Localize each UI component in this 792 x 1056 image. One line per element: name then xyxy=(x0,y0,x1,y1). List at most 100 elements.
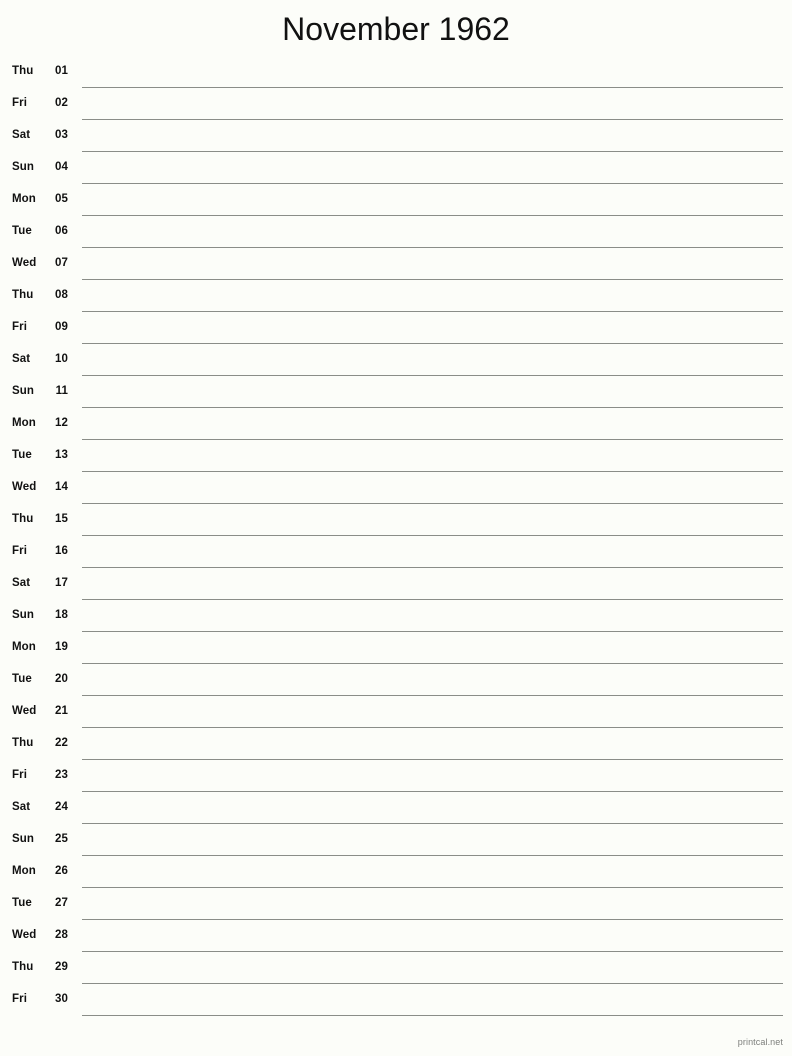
day-number-label: 20 xyxy=(55,673,68,685)
day-of-week-label: Mon xyxy=(12,417,36,429)
day-row: Thu 01 xyxy=(0,60,792,92)
day-notes-line[interactable] xyxy=(82,380,783,408)
day-of-week-label: Wed xyxy=(12,929,37,941)
day-number-label: 16 xyxy=(55,545,68,557)
day-notes-line[interactable] xyxy=(82,412,783,440)
day-row: Tue 27 xyxy=(0,892,792,924)
day-notes-line[interactable] xyxy=(82,700,783,728)
day-row: Fri 02 xyxy=(0,92,792,124)
day-row: Thu 08 xyxy=(0,284,792,316)
day-number-label: 13 xyxy=(55,449,68,461)
day-of-week-label: Tue xyxy=(12,225,32,237)
day-number-label: 06 xyxy=(55,225,68,237)
calendar-header: November 1962 xyxy=(0,0,792,58)
day-number-label: 24 xyxy=(55,801,68,813)
day-number-label: 14 xyxy=(55,481,68,493)
day-row: Sun 11 xyxy=(0,380,792,412)
day-row: Sat 17 xyxy=(0,572,792,604)
day-of-week-label: Wed xyxy=(12,705,37,717)
day-of-week-label: Fri xyxy=(12,769,27,781)
day-of-week-label: Sun xyxy=(12,161,35,173)
day-row: Wed 28 xyxy=(0,924,792,956)
day-notes-line[interactable] xyxy=(82,316,783,344)
day-of-week-label: Fri xyxy=(12,321,27,333)
day-of-week-label: Tue xyxy=(12,673,32,685)
day-notes-line[interactable] xyxy=(82,860,783,888)
day-notes-line[interactable] xyxy=(82,252,783,280)
day-row: Sun 04 xyxy=(0,156,792,188)
day-notes-line[interactable] xyxy=(82,444,783,472)
day-notes-line[interactable] xyxy=(82,796,783,824)
day-row: Fri 16 xyxy=(0,540,792,572)
day-number-label: 02 xyxy=(55,97,68,109)
day-row: Sat 10 xyxy=(0,348,792,380)
day-notes-line[interactable] xyxy=(82,124,783,152)
day-notes-line[interactable] xyxy=(82,924,783,952)
day-row: Wed 14 xyxy=(0,476,792,508)
day-number-label: 21 xyxy=(55,705,68,717)
day-notes-line[interactable] xyxy=(82,508,783,536)
day-notes-line[interactable] xyxy=(82,988,783,1016)
day-number-label: 25 xyxy=(55,833,68,845)
day-notes-line[interactable] xyxy=(82,636,783,664)
page-title: November 1962 xyxy=(282,11,510,47)
day-of-week-label: Thu xyxy=(12,737,34,749)
day-number-label: 28 xyxy=(55,929,68,941)
day-row: Tue 20 xyxy=(0,668,792,700)
day-number-label: 10 xyxy=(55,353,68,365)
day-of-week-label: Sun xyxy=(12,609,35,621)
day-row: Tue 06 xyxy=(0,220,792,252)
day-of-week-label: Thu xyxy=(12,513,34,525)
day-number-label: 08 xyxy=(55,289,68,301)
day-number-label: 04 xyxy=(55,161,68,173)
day-notes-line[interactable] xyxy=(82,476,783,504)
day-notes-line[interactable] xyxy=(82,668,783,696)
day-notes-line[interactable] xyxy=(82,156,783,184)
day-of-week-label: Thu xyxy=(12,289,34,301)
day-of-week-label: Thu xyxy=(12,961,34,973)
day-of-week-label: Sat xyxy=(12,577,31,589)
day-number-label: 26 xyxy=(55,865,68,877)
day-row: Wed 21 xyxy=(0,700,792,732)
day-of-week-label: Wed xyxy=(12,481,37,493)
day-of-week-label: Fri xyxy=(12,97,27,109)
day-of-week-label: Sat xyxy=(12,353,31,365)
day-number-label: 17 xyxy=(55,577,68,589)
day-of-week-label: Fri xyxy=(12,993,27,1005)
day-notes-line[interactable] xyxy=(82,732,783,760)
day-row: Thu 15 xyxy=(0,508,792,540)
day-of-week-label: Mon xyxy=(12,641,36,653)
day-number-label: 23 xyxy=(55,769,68,781)
day-notes-line[interactable] xyxy=(82,764,783,792)
day-row: Sat 24 xyxy=(0,796,792,828)
footer-attribution: printcal.net xyxy=(737,1037,783,1047)
day-row: Sun 18 xyxy=(0,604,792,636)
day-number-label: 29 xyxy=(55,961,68,973)
day-row: Sat 03 xyxy=(0,124,792,156)
day-row: Mon 12 xyxy=(0,412,792,444)
day-of-week-label: Tue xyxy=(12,449,32,461)
day-notes-line[interactable] xyxy=(82,956,783,984)
day-notes-line[interactable] xyxy=(82,604,783,632)
day-notes-line[interactable] xyxy=(82,92,783,120)
day-notes-line[interactable] xyxy=(82,572,783,600)
day-notes-line[interactable] xyxy=(82,892,783,920)
day-number-label: 01 xyxy=(55,65,68,77)
day-of-week-label: Fri xyxy=(12,545,27,557)
day-number-label: 27 xyxy=(55,897,68,909)
day-number-label: 09 xyxy=(55,321,68,333)
day-notes-line[interactable] xyxy=(82,828,783,856)
day-number-label: 05 xyxy=(55,193,68,205)
day-notes-line[interactable] xyxy=(82,284,783,312)
day-notes-line[interactable] xyxy=(82,220,783,248)
day-number-label: 12 xyxy=(55,417,68,429)
day-rows-list: Thu 01 Fri 02 Sat 03 Sun 04 Mon 05 Tue 06 Wed 07 Thu 08… xyxy=(0,60,792,1020)
day-of-week-label: Tue xyxy=(12,897,32,909)
day-notes-line[interactable] xyxy=(82,60,783,88)
day-notes-line[interactable] xyxy=(82,348,783,376)
day-row: Fri 09 xyxy=(0,316,792,348)
day-row: Mon 05 xyxy=(0,188,792,220)
day-notes-line[interactable] xyxy=(82,188,783,216)
day-of-week-label: Wed xyxy=(12,257,37,269)
day-notes-line[interactable] xyxy=(82,540,783,568)
